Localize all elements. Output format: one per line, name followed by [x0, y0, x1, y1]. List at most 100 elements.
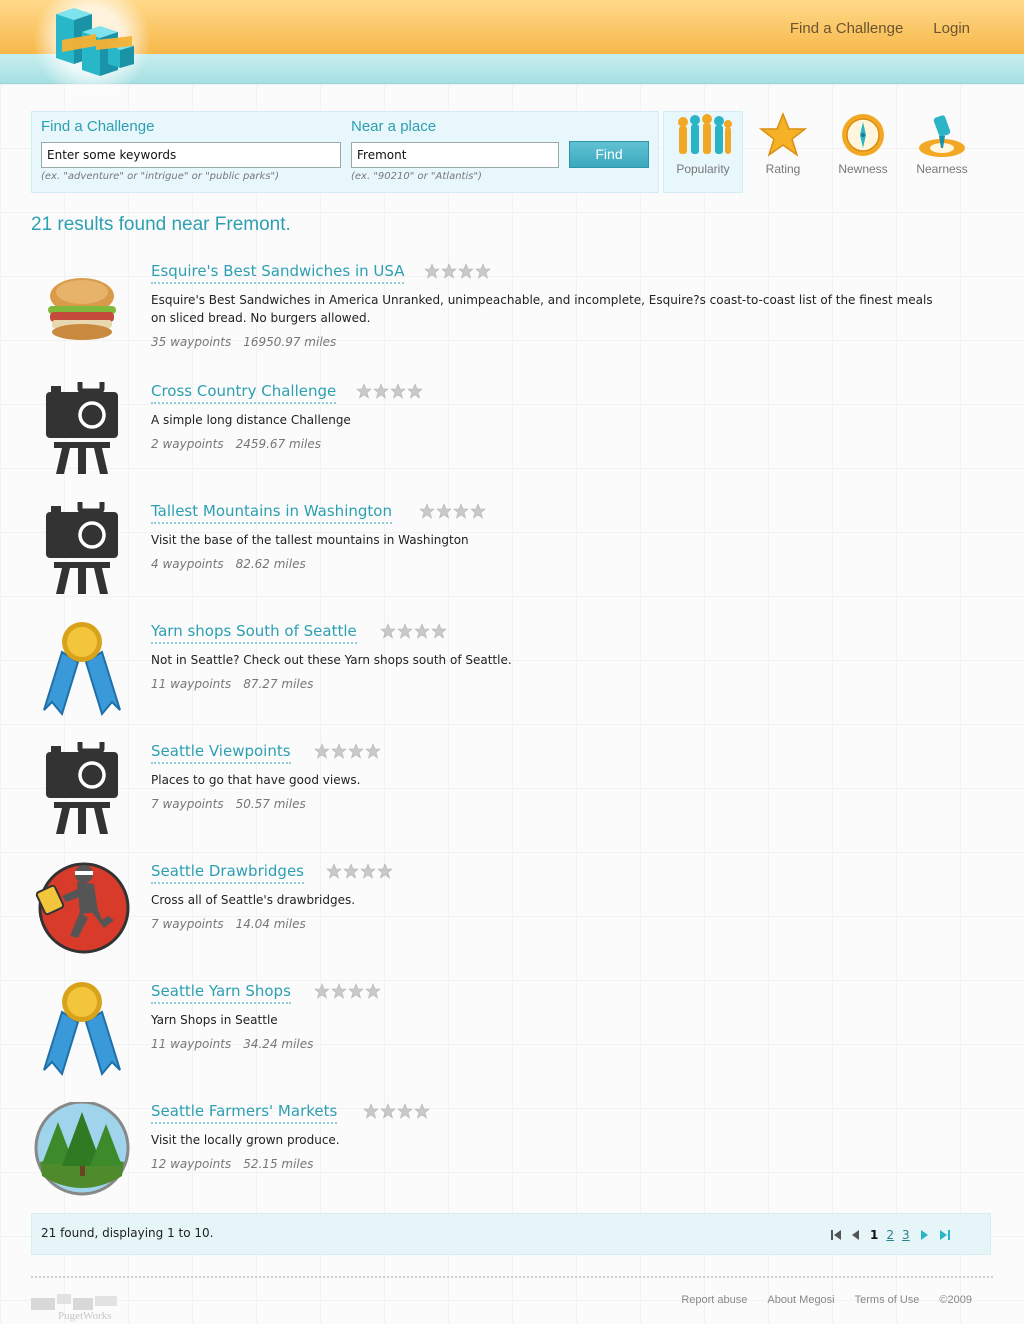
rating-star-icon[interactable]	[470, 503, 486, 519]
trees-icon[interactable]	[32, 1102, 132, 1202]
list-item: Yarn shops South of Seattle Not in Seatt…	[0, 622, 1024, 742]
waypoint-count: 12 waypoints	[151, 1157, 232, 1171]
page-1[interactable]: 1	[870, 1228, 878, 1242]
result-title[interactable]: Seattle Viewpoints	[151, 742, 291, 764]
last-page-icon[interactable]	[938, 1228, 952, 1242]
rating-stars[interactable]	[424, 263, 491, 279]
list-item: Tallest Mountains in Washington Visit th…	[0, 502, 1024, 622]
rating-stars[interactable]	[356, 383, 423, 399]
sort-popularity-label: Popularity	[676, 162, 730, 176]
rating-star-icon[interactable]	[348, 743, 364, 759]
rating-star-icon[interactable]	[377, 863, 393, 879]
place-input[interactable]: Fremont	[351, 142, 559, 168]
result-title[interactable]: Esquire's Best Sandwiches in USA	[151, 262, 405, 284]
sandwich-icon[interactable]	[32, 262, 132, 362]
rating-star-icon[interactable]	[407, 383, 423, 399]
distance: 34.24 miles	[243, 1037, 314, 1051]
rating-star-icon[interactable]	[441, 263, 457, 279]
ribbon-medal-icon[interactable]	[32, 982, 132, 1082]
sort-rating[interactable]: Rating	[743, 112, 823, 176]
footer-about[interactable]: About Megosi	[767, 1294, 834, 1306]
rating-stars[interactable]	[363, 1103, 430, 1119]
logo-cubes-icon[interactable]	[52, 6, 136, 78]
rating-stars[interactable]	[314, 743, 381, 759]
rating-star-icon[interactable]	[436, 503, 452, 519]
camera-icon[interactable]	[32, 502, 132, 602]
find-button[interactable]: Find	[569, 141, 649, 168]
rating-star-icon[interactable]	[458, 263, 474, 279]
page-3[interactable]: 3	[902, 1228, 910, 1242]
rating-star-icon[interactable]	[373, 383, 389, 399]
brand-name: PugetWorks	[58, 1310, 112, 1322]
results-heading: 21 results found near Fremont.	[31, 214, 291, 235]
waypoint-count: 4 waypoints	[151, 557, 224, 571]
rating-stars[interactable]	[380, 623, 447, 639]
sort-popularity[interactable]: Popularity	[663, 112, 743, 176]
sort-rating-label: Rating	[765, 162, 801, 176]
rating-star-icon[interactable]	[343, 863, 359, 879]
distance: 87.27 miles	[243, 677, 314, 691]
distance: 52.15 miles	[243, 1157, 314, 1171]
distance: 2459.67 miles	[235, 437, 322, 451]
rating-star-icon[interactable]	[314, 743, 330, 759]
next-page-icon[interactable]	[918, 1228, 930, 1242]
rating-star-icon[interactable]	[326, 863, 342, 879]
rating-star-icon[interactable]	[453, 503, 469, 519]
waypoint-count: 35 waypoints	[151, 335, 232, 349]
ribbon-medal-icon[interactable]	[32, 622, 132, 722]
rating-star-icon[interactable]	[348, 983, 364, 999]
rating-star-icon[interactable]	[314, 983, 330, 999]
rating-star-icon[interactable]	[390, 383, 406, 399]
rating-star-icon[interactable]	[419, 503, 435, 519]
camera-icon[interactable]	[32, 742, 132, 842]
list-item: Seattle Viewpoints Places to go that hav…	[0, 742, 1024, 862]
distance: 50.57 miles	[235, 797, 306, 811]
nav-login[interactable]: Login	[933, 20, 970, 37]
rating-star-icon[interactable]	[360, 863, 376, 879]
rating-star-icon[interactable]	[363, 1103, 379, 1119]
result-title[interactable]: Seattle Drawbridges	[151, 862, 304, 884]
rating-star-icon[interactable]	[380, 1103, 396, 1119]
rating-star-icon[interactable]	[414, 623, 430, 639]
footer-terms[interactable]: Terms of Use	[855, 1294, 920, 1306]
keywords-input[interactable]: Enter some keywords	[41, 142, 341, 168]
sort-nearness[interactable]: Nearness	[902, 112, 982, 176]
rating-star-icon[interactable]	[365, 743, 381, 759]
result-description: Visit the base of the tallest mountains …	[151, 533, 469, 547]
prev-page-icon[interactable]	[850, 1228, 862, 1242]
rating-stars[interactable]	[326, 863, 393, 879]
footer-report-abuse[interactable]: Report abuse	[681, 1294, 747, 1306]
rating-star-icon[interactable]	[431, 623, 447, 639]
result-description: A simple long distance Challenge	[151, 413, 351, 427]
result-title[interactable]: Yarn shops South of Seattle	[151, 622, 357, 644]
sort-newness[interactable]: Newness	[823, 112, 903, 176]
rating-stars[interactable]	[314, 983, 381, 999]
result-title[interactable]: Seattle Farmers' Markets	[151, 1102, 338, 1124]
nav-find-challenge[interactable]: Find a Challenge	[790, 20, 903, 37]
result-title[interactable]: Tallest Mountains in Washington	[151, 502, 392, 524]
rating-star-icon[interactable]	[356, 383, 372, 399]
rating-star-icon[interactable]	[331, 983, 347, 999]
rating-star-icon[interactable]	[414, 1103, 430, 1119]
rating-star-icon[interactable]	[475, 263, 491, 279]
result-description: Cross all of Seattle's drawbridges.	[151, 893, 356, 907]
rating-stars[interactable]	[419, 503, 486, 519]
rating-star-icon[interactable]	[365, 983, 381, 999]
place-label: Near a place	[351, 118, 437, 135]
result-description: Places to go that have good views.	[151, 773, 361, 787]
rating-star-icon[interactable]	[397, 1103, 413, 1119]
people-icon	[678, 114, 732, 154]
camera-icon[interactable]	[32, 382, 132, 482]
rating-star-icon[interactable]	[331, 743, 347, 759]
waypoint-count: 11 waypoints	[151, 677, 232, 691]
ninja-icon[interactable]	[32, 862, 132, 962]
rating-star-icon[interactable]	[424, 263, 440, 279]
first-page-icon[interactable]	[830, 1228, 842, 1242]
header-stripe	[0, 54, 1024, 84]
rating-star-icon[interactable]	[380, 623, 396, 639]
rating-star-icon[interactable]	[397, 623, 413, 639]
result-meta: 11 waypoints 34.24 miles	[151, 1037, 313, 1051]
page-2[interactable]: 2	[886, 1228, 894, 1242]
result-title[interactable]: Seattle Yarn Shops	[151, 982, 291, 1004]
result-title[interactable]: Cross Country Challenge	[151, 382, 337, 404]
